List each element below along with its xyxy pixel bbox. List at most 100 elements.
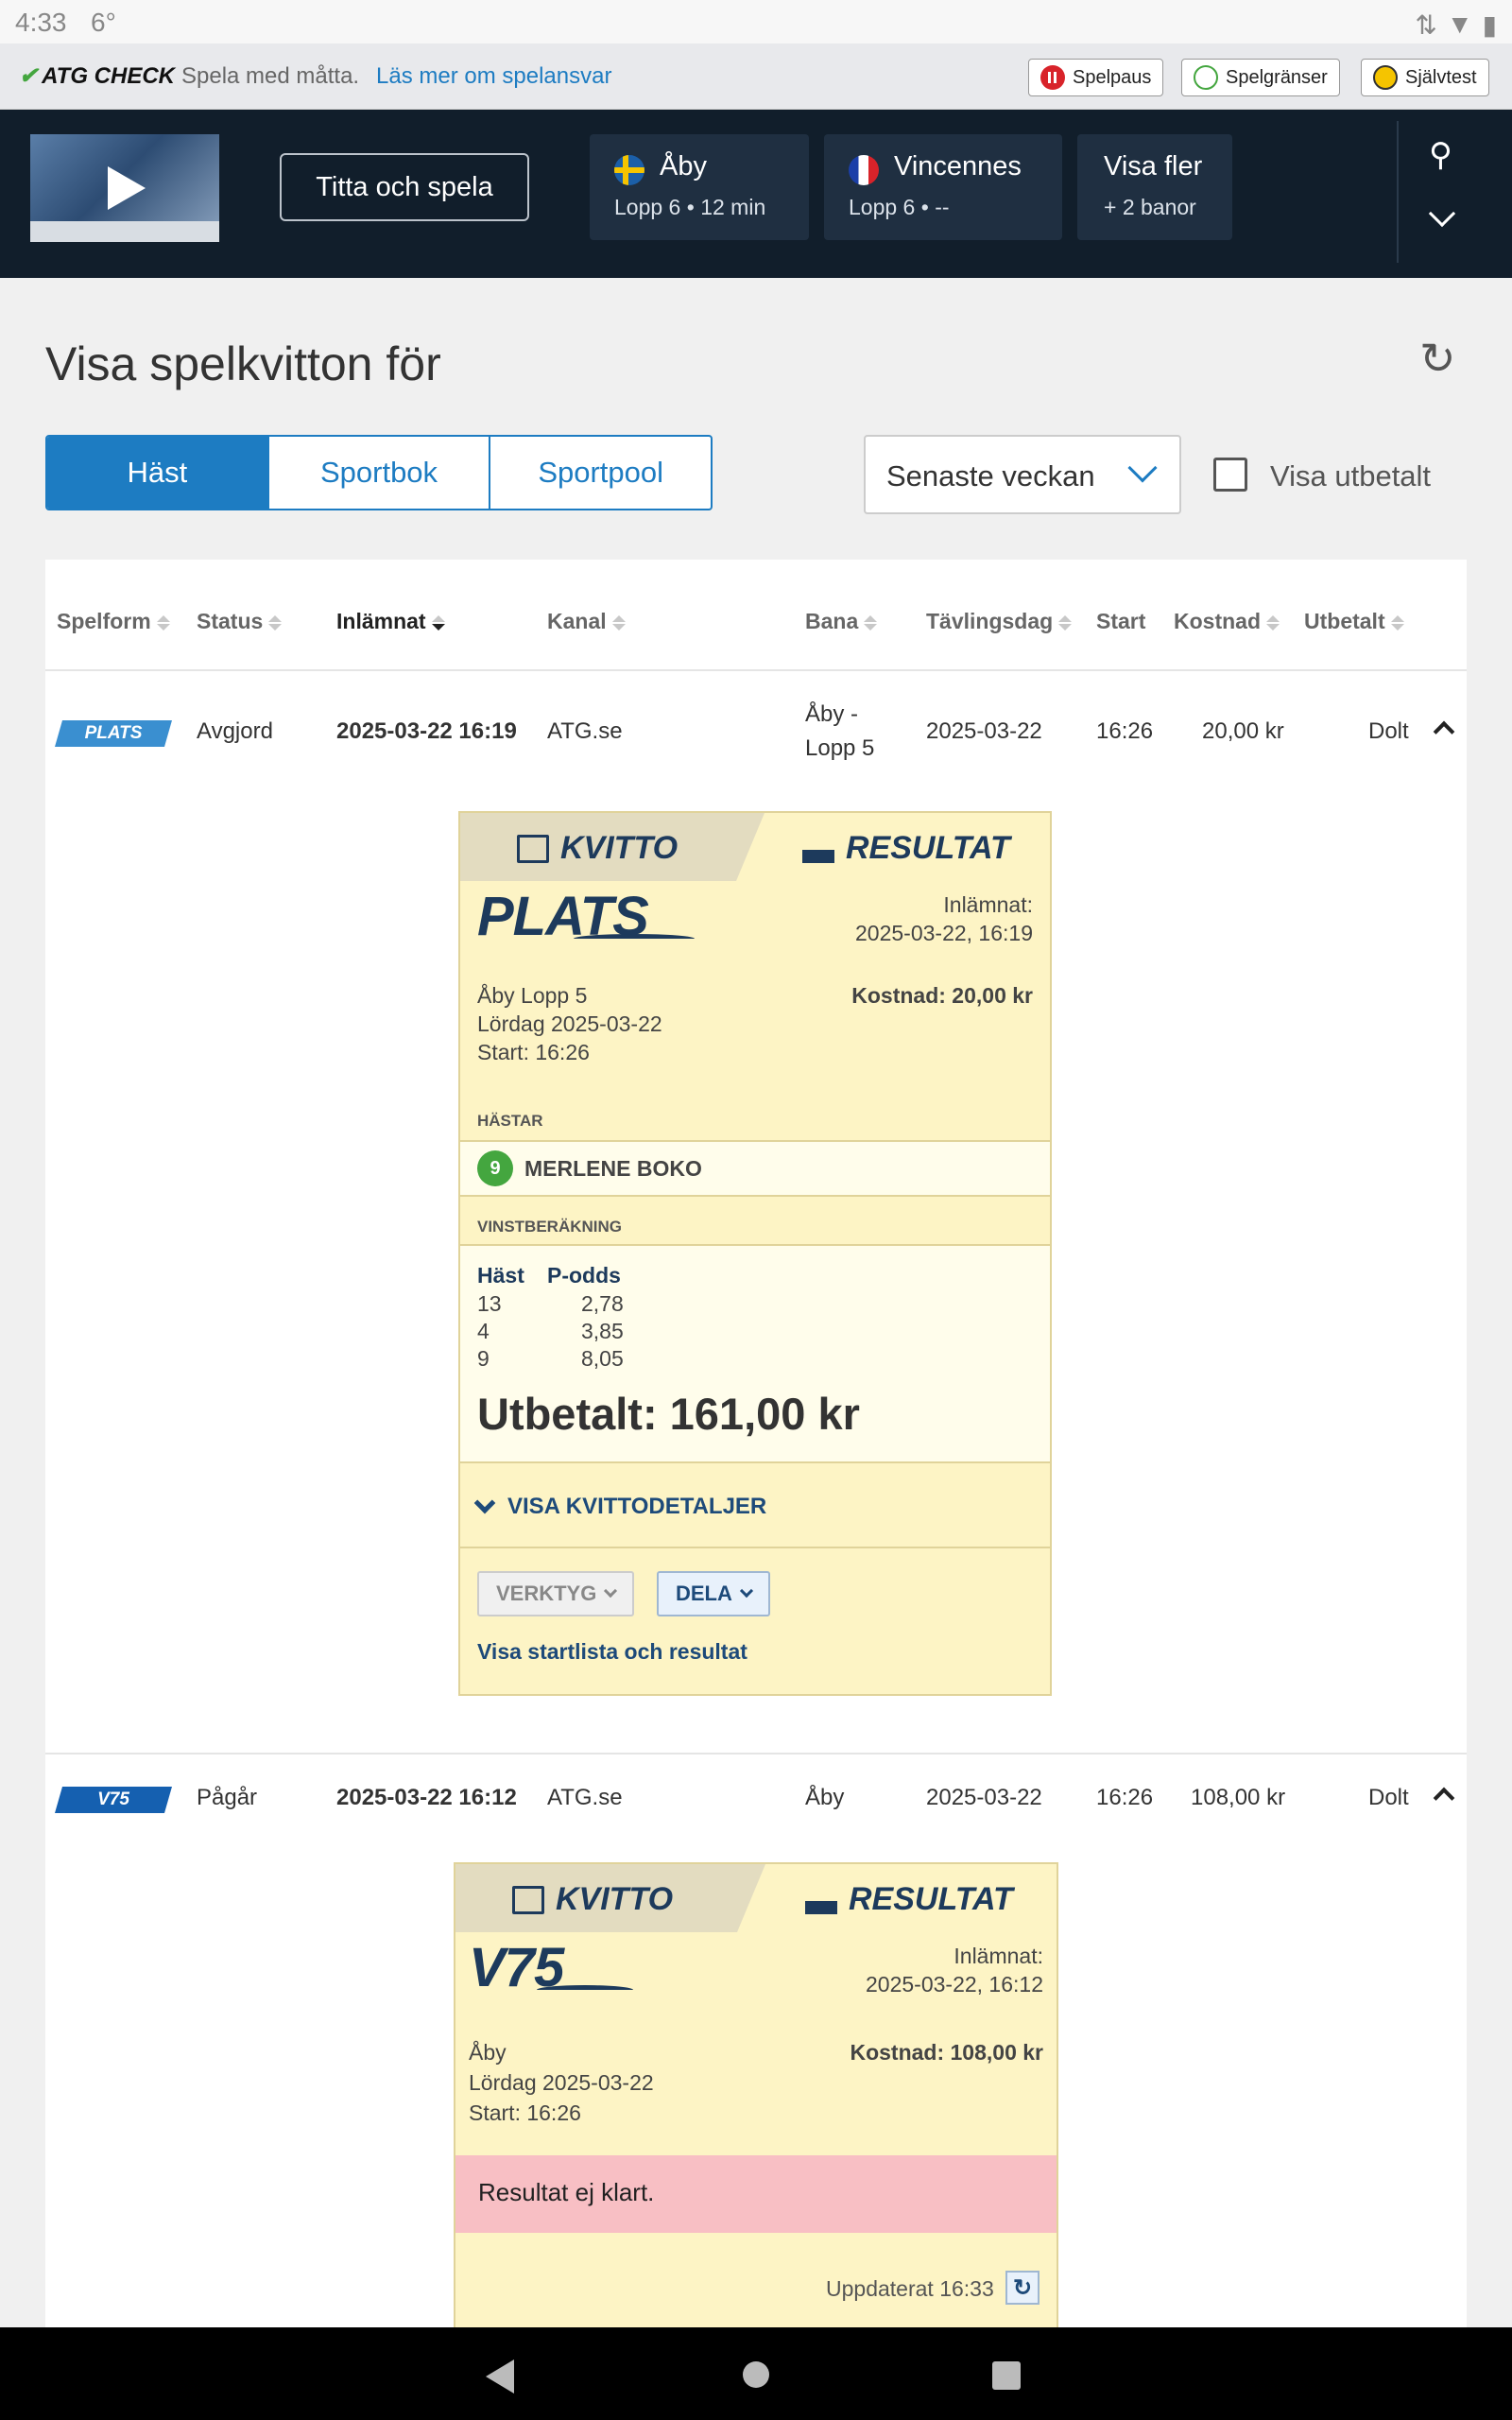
row-status: Avgjord — [197, 718, 273, 744]
updated-time: Uppdaterat 16:33 — [826, 2276, 994, 2301]
video-thumbnail[interactable] — [30, 134, 219, 242]
refresh-icon[interactable]: ↻ — [1005, 2271, 1040, 2305]
podium-icon — [802, 835, 834, 863]
collapse-icon[interactable] — [1433, 1787, 1455, 1809]
col-header-bana[interactable]: Bana — [805, 609, 878, 634]
calc-panel: Häst P-odds 13 2,78 4 3,85 9 8,05 Utbeta… — [460, 1244, 1050, 1463]
plats-logo-swoosh — [574, 934, 695, 943]
calc-horse: 9 — [477, 1346, 490, 1371]
home-icon[interactable] — [743, 2361, 769, 2388]
startlist-link[interactable]: Visa startlista och resultat — [477, 1639, 747, 1665]
result-not-ready-text: Resultat ej klart. — [478, 2178, 655, 2206]
live-nav: Titta och spela Åby Lopp 6 • 12 min Vinc… — [0, 110, 1512, 278]
tab-kvitto[interactable]: KVITTO — [455, 1864, 765, 1932]
col-header-utbetalt[interactable]: Utbetalt — [1304, 609, 1404, 634]
period-select[interactable]: Senaste veckan — [864, 435, 1181, 514]
receipt-plats: KVITTO RESULTAT PLATS Inlämnat: 2025-03-… — [458, 811, 1052, 1696]
row-channel: ATG.se — [547, 718, 623, 744]
tab-resultat[interactable]: RESULTAT — [805, 1881, 1013, 1918]
race-day: Lördag 2025-03-22 — [469, 2070, 654, 2095]
race-name: Åby — [469, 2040, 507, 2065]
col-header-tavlingsdag[interactable]: Tävlingsdag — [926, 609, 1073, 634]
track-card-aby[interactable]: Åby Lopp 6 • 12 min — [590, 134, 809, 240]
share-dropdown[interactable]: DELA — [657, 1571, 770, 1616]
divider — [45, 669, 1467, 671]
payout-amount: Utbetalt: 161,00 kr — [477, 1389, 860, 1439]
data-arrows-icon: ⇅ — [1415, 10, 1437, 40]
tab-sportbok[interactable]: Sportbok — [269, 437, 491, 509]
chevron-down-icon — [604, 1583, 618, 1599]
calc-header-odds: P-odds — [547, 1263, 621, 1288]
watch-and-play-button[interactable]: Titta och spela — [280, 153, 529, 221]
col-header-kostnad[interactable]: Kostnad — [1174, 609, 1280, 634]
responsible-gaming-bar: ✔ ATG CHECK Spela med måtta. Läs mer om s… — [0, 43, 1512, 110]
horse-row: 9 MERLENE BOKO — [460, 1140, 1050, 1197]
tab-resultat[interactable]: RESULTAT — [802, 830, 1010, 867]
horses-label: HÄSTAR — [477, 1112, 543, 1130]
row-start: 16:26 — [1096, 1785, 1154, 1810]
podium-icon — [805, 1886, 837, 1914]
recent-apps-icon[interactable] — [992, 2361, 1021, 2390]
track-race: Lopp 6 • 12 min — [614, 195, 766, 219]
chevron-down-icon — [739, 1583, 753, 1599]
receipts-table: Spelform Status Inlämnat Kanal Bana Tävl… — [45, 560, 1467, 2327]
sweden-flag-icon — [614, 155, 644, 185]
row-paid: Dolt — [1368, 718, 1409, 744]
receipt-icon — [517, 835, 549, 863]
tab-sportpool[interactable]: Sportpool — [490, 437, 711, 509]
race-start: Start: 16:26 — [469, 2100, 581, 2125]
col-header-start: Start — [1096, 609, 1146, 633]
row-cost: 108,00 kr — [1191, 1785, 1286, 1810]
col-header-kanal[interactable]: Kanal — [547, 609, 626, 634]
calc-odds: 2,78 — [581, 1291, 624, 1316]
col-header-spelform[interactable]: Spelform — [57, 609, 170, 634]
v75-badge: V75 — [55, 1787, 172, 1813]
row-cost: 20,00 kr — [1202, 718, 1284, 744]
chevron-down-icon — [473, 1492, 496, 1514]
row-paid: Dolt — [1368, 1785, 1409, 1810]
race-name: Åby Lopp 5 — [477, 983, 588, 1008]
track-race: Lopp 6 • -- — [849, 195, 950, 219]
pause-icon — [1040, 65, 1065, 90]
temperature: 6° — [91, 8, 116, 37]
show-paid-label: Visa utbetalt — [1270, 459, 1432, 493]
submitted-label: Inlämnat: — [954, 1944, 1043, 1968]
plats-badge: PLATS — [55, 720, 172, 747]
responsible-info-link[interactable]: Läs mer om spelansvar — [376, 63, 611, 90]
spelgranser-button[interactable]: Spelgränser — [1181, 59, 1340, 96]
divider — [45, 1753, 1467, 1754]
responsible-message: Spela med måtta. — [181, 63, 360, 89]
col-header-status[interactable]: Status — [197, 609, 283, 634]
spelpaus-button[interactable]: Spelpaus — [1028, 59, 1164, 96]
row-status: Pågår — [197, 1785, 258, 1810]
col-header-inlamnat[interactable]: Inlämnat — [336, 609, 445, 634]
tools-dropdown[interactable]: VERKTYG — [477, 1571, 635, 1616]
row-submitted: 2025-03-22 16:19 — [336, 718, 517, 744]
calc-horse: 13 — [477, 1291, 502, 1316]
collapse-icon[interactable] — [1433, 720, 1455, 743]
row-date: 2025-03-22 — [926, 1785, 1042, 1810]
pin-icon[interactable]: ⚲ — [1429, 136, 1452, 174]
show-receipt-details-link[interactable]: VISA KVITTODETALJER — [473, 1492, 766, 1520]
system-status-bar: 4:33 6° ⇅ ▼ ▮ — [0, 0, 1512, 43]
page-title: Visa spelkvitton för — [45, 337, 441, 390]
result-not-ready-banner: Resultat ej klart. — [455, 2155, 1057, 2233]
chevron-down-icon — [1127, 453, 1158, 483]
refresh-icon[interactable]: ↻ — [1419, 337, 1463, 380]
chevron-down-icon[interactable] — [1428, 199, 1456, 228]
tab-hast[interactable]: Häst — [47, 437, 269, 509]
show-paid-checkbox[interactable] — [1213, 458, 1247, 492]
submitted-value: 2025-03-22, 16:12 — [866, 1972, 1043, 1996]
divider — [460, 1547, 1050, 1548]
show-more-tracks-button[interactable]: Visa fler + 2 banor — [1077, 134, 1232, 240]
calc-horse: 4 — [477, 1319, 490, 1343]
receipt-cost: Kostnad: 20,00 kr — [851, 983, 1033, 1008]
calc-odds: 8,05 — [581, 1346, 624, 1371]
sjalvtest-button[interactable]: Självtest — [1361, 59, 1489, 96]
france-flag-icon — [849, 155, 879, 185]
back-icon[interactable] — [486, 2360, 514, 2394]
receipt-icon — [512, 1886, 544, 1914]
track-card-vincennes[interactable]: Vincennes Lopp 6 • -- — [824, 134, 1062, 240]
tab-kvitto[interactable]: KVITTO — [460, 813, 765, 881]
limits-icon — [1194, 65, 1218, 90]
